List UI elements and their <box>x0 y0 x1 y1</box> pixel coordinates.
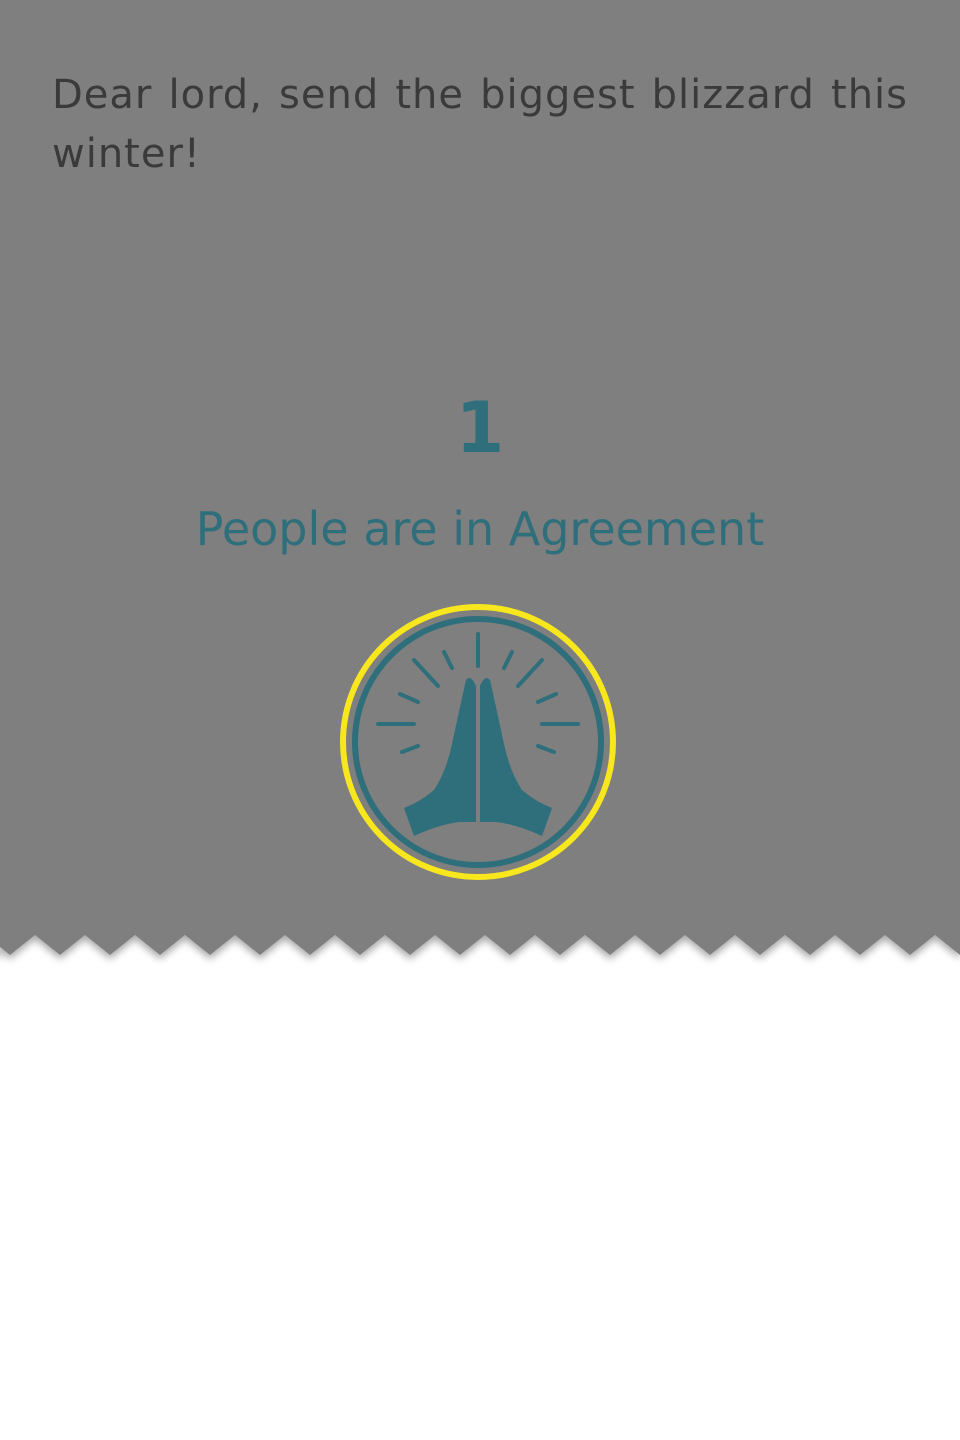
agreement-count: 1 <box>455 387 505 469</box>
praying-hands-icon <box>340 604 616 880</box>
prayer-text: Dear lord, send the biggest blizzard thi… <box>52 72 908 177</box>
prayer-card: Dear lord, send the biggest blizzard thi… <box>0 0 960 960</box>
agreement-label: People are in Agreement <box>195 502 765 556</box>
pray-button[interactable] <box>340 604 616 880</box>
